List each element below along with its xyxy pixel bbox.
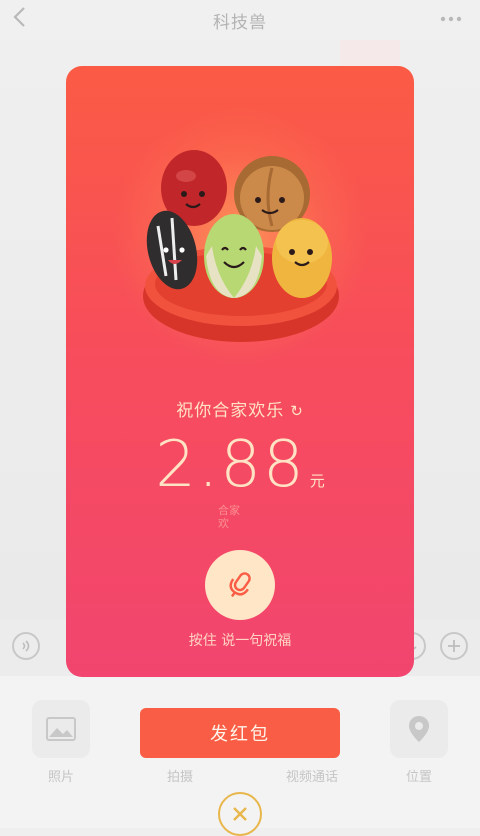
amount-unit: 元 — [309, 472, 325, 490]
tool-label: 位置 — [405, 770, 432, 785]
microphone-icon — [229, 572, 251, 598]
tool-label: 拍摄 — [166, 770, 193, 785]
hold-to-speak-hint: 按住 说一句祝福 — [188, 633, 292, 649]
tool-label: 照片 — [47, 770, 74, 785]
more-horizontal-icon — [440, 16, 462, 22]
page-title: 科技兽 — [213, 12, 267, 33]
voice-icon — [22, 640, 30, 652]
image-icon — [32, 700, 90, 758]
ghost-text: 合家欢 — [218, 504, 240, 530]
tool-location[interactable]: 位置 — [384, 700, 454, 785]
red-packet-card: 祝你合家欢乐 ↻ 2.88 元 合家欢 按住 说一句祝福 — [66, 66, 414, 677]
back-button[interactable] — [12, 6, 36, 32]
record-blessing-button[interactable] — [205, 550, 275, 620]
top-nav-bar: 科技兽 — [0, 0, 480, 40]
tool-label: 视频通话 — [285, 770, 338, 785]
more-button[interactable] — [440, 4, 462, 29]
chevron-left-icon — [13, 7, 25, 27]
greeting-row[interactable]: 祝你合家欢乐 ↻ — [66, 396, 414, 421]
amount-row: 2.88 元 — [66, 428, 414, 502]
send-red-packet-button[interactable]: 发红包 — [140, 708, 340, 758]
voice-button[interactable] — [12, 632, 40, 660]
plus-button[interactable] — [440, 632, 468, 660]
plus-icon — [448, 640, 460, 652]
greeting-text: 祝你合家欢乐 — [176, 401, 285, 421]
close-button[interactable] — [218, 792, 262, 836]
close-icon — [233, 807, 247, 821]
location-icon — [390, 700, 448, 758]
amount-value: 2.88 — [155, 428, 306, 502]
tool-photo[interactable]: 照片 — [26, 700, 96, 785]
snack-plate-illustration — [143, 150, 339, 342]
refresh-icon[interactable]: ↻ — [290, 402, 304, 420]
